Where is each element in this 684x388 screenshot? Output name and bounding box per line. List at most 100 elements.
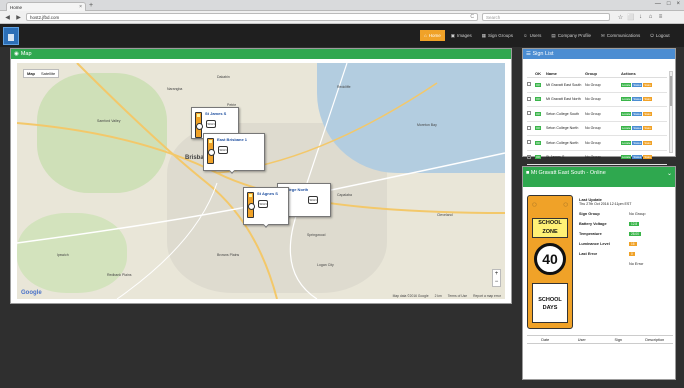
maximize-icon[interactable]: □ — [667, 1, 671, 7]
place-label: Ipswich — [57, 253, 69, 257]
col-user: User — [577, 337, 586, 342]
star-icon[interactable]: ☆ — [617, 14, 624, 21]
school-days-label: SCHOOL DAYS — [532, 283, 568, 323]
nav-item-sign-groups[interactable]: ▦ Sign Groups — [478, 30, 517, 41]
sign-detail-panel: ■ Mt Gravatt East South - Online ⌄ ◌ ◌ S… — [522, 166, 676, 380]
map-type-satellite-button[interactable]: Satellite — [38, 70, 58, 77]
table-row[interactable]: OK Seton College North No Group Locate Statu… — [527, 122, 667, 136]
status-button[interactable]: Status — [632, 97, 643, 102]
row-actions: Locate Status Stats — [621, 111, 667, 116]
stats-button[interactable]: Stats — [643, 82, 652, 87]
row-actions: Locate Status Stats — [621, 140, 667, 145]
detail-value: 0 — [629, 252, 635, 256]
browser-search-input[interactable]: Search — [482, 13, 610, 21]
status-button[interactable]: Status — [632, 140, 643, 145]
sign-status-icon: SIGN — [218, 146, 228, 154]
stats-button[interactable]: Stats — [643, 111, 652, 116]
nav-label: Users — [529, 33, 542, 38]
status-button[interactable]: Status — [632, 111, 643, 116]
new-tab-button[interactable]: + — [89, 2, 93, 10]
nav-label: Sign Groups — [488, 33, 514, 38]
locate-button[interactable]: Locate — [621, 140, 632, 145]
sign-flashers: ◌ ◌ — [532, 200, 568, 214]
sign-status-icon: SIGN — [258, 200, 268, 208]
locate-button[interactable]: Locate — [621, 126, 632, 131]
nav-item-company-profile[interactable]: ▤ Company Profile — [547, 30, 595, 41]
nav-item-home[interactable]: ⌂ Home — [420, 30, 445, 41]
nav-item-users[interactable]: ☺ Users — [519, 30, 545, 41]
terms-link[interactable]: Terms of Use — [448, 294, 467, 298]
last-update-time: Thu 27th Oct 2016 12:11pm EST — [579, 202, 632, 206]
zoom-out-button[interactable]: − — [493, 278, 500, 286]
map-type-map-button[interactable]: Map — [24, 70, 38, 77]
locate-button[interactable]: Locate — [621, 155, 632, 160]
col-group: Group — [585, 70, 597, 76]
row-checkbox[interactable] — [527, 111, 531, 116]
school-zone-label: SCHOOL ZONE — [532, 218, 568, 238]
close-window-icon[interactable]: × — [676, 1, 680, 7]
sign-status-icon: SIGN — [206, 120, 216, 128]
chevron-down-icon[interactable]: ⌄ — [667, 171, 672, 178]
nav-label: Company Profile — [557, 33, 591, 38]
reload-icon[interactable]: C — [470, 14, 474, 21]
stats-button[interactable]: Stats — [643, 155, 652, 160]
map-canvas[interactable]: Dakabin Redcliffe Narangba Petrie Samfor… — [17, 63, 505, 299]
stats-button[interactable]: Stats — [643, 126, 652, 131]
sign-detail-header[interactable]: ■ Mt Gravatt East South - Online ⌄ — [523, 167, 675, 187]
url-bar[interactable]: host2.jfbd.com C — [26, 13, 478, 21]
home-icon[interactable]: ⌂ — [647, 14, 654, 21]
status-button[interactable]: Status — [632, 155, 643, 160]
browser-tab[interactable]: Home × — [6, 2, 86, 11]
detail-value: 28.00 — [629, 232, 641, 236]
sign-popup[interactable]: St Agnes S SIGN — [243, 187, 289, 228]
nav-item-images[interactable]: ▣ Images — [447, 30, 476, 41]
minimize-icon[interactable]: — — [655, 1, 661, 7]
map-panel-header: ◉ Map — [11, 49, 511, 59]
detail-row: Battery Voltage 12.8 — [579, 219, 673, 229]
sign-status-details: Last Update Thu 27th Oct 2016 12:11pm ES… — [579, 197, 673, 269]
row-checkbox[interactable] — [527, 140, 531, 145]
sign-log-table-header: Date User Sign Description — [527, 335, 673, 344]
table-row[interactable]: OK Seton College North No Group Locate Statu… — [527, 136, 667, 151]
place-label: Cleveland — [437, 213, 453, 217]
report-error-link[interactable]: Report a map error — [473, 294, 501, 298]
envelope-icon: ✉ — [600, 32, 605, 38]
back-icon[interactable]: ◀ — [4, 14, 11, 21]
table-row[interactable]: OK Seton College South No Group Locate Statu… — [527, 107, 667, 122]
table-row[interactable]: OK Mt Gravatt East North No Group Locate Sta… — [527, 93, 667, 107]
app-logo[interactable] — [3, 27, 19, 45]
stats-button[interactable]: Stats — [643, 97, 652, 102]
nav-item-communications[interactable]: ✉ Communications — [597, 30, 644, 41]
flasher-left-icon: ◌ — [532, 200, 537, 209]
download-icon[interactable]: ↓ — [637, 14, 644, 21]
tab-close-icon[interactable]: × — [79, 4, 82, 10]
row-checkbox[interactable] — [527, 125, 531, 130]
detail-label: Battery Voltage — [579, 222, 607, 226]
detail-label: Sign Group — [579, 212, 600, 216]
sign-list-scrollbar[interactable] — [669, 71, 673, 153]
nav-item-logout[interactable]: ⏻ Logout — [646, 30, 673, 41]
detail-value: No Group — [629, 212, 646, 216]
sign-group: No Group — [585, 82, 601, 87]
tab-title: Home — [10, 4, 23, 10]
locate-button[interactable]: Locate — [621, 111, 632, 116]
table-row[interactable]: OK St James S No Group Locate Status Stats — [527, 151, 667, 165]
sign-list-header-row: OK Name Group Actions — [527, 69, 667, 78]
forward-icon[interactable]: ▶ — [15, 14, 22, 21]
locate-button[interactable]: Locate — [621, 82, 632, 87]
row-checkbox[interactable] — [527, 96, 531, 101]
stats-button[interactable]: Stats — [643, 140, 652, 145]
status-button[interactable]: Status — [632, 82, 643, 87]
bookmark-icon[interactable]: ⬜ — [627, 14, 634, 21]
locate-button[interactable]: Locate — [621, 97, 632, 102]
status-button[interactable]: Status — [632, 126, 643, 131]
power-icon: ⏻ — [650, 33, 654, 38]
zoom-in-button[interactable]: + — [493, 270, 500, 278]
images-icon: ▣ — [450, 32, 455, 38]
sign-popup[interactable]: East Brisbane 1 SIGN — [203, 133, 265, 174]
menu-icon[interactable]: ≡ — [657, 14, 664, 21]
table-row[interactable]: OK Mt Gravatt East South No Group Locate Sta… — [527, 78, 667, 93]
row-checkbox[interactable] — [527, 154, 531, 159]
nav-label: Logout — [655, 33, 670, 38]
row-checkbox[interactable] — [527, 82, 531, 87]
